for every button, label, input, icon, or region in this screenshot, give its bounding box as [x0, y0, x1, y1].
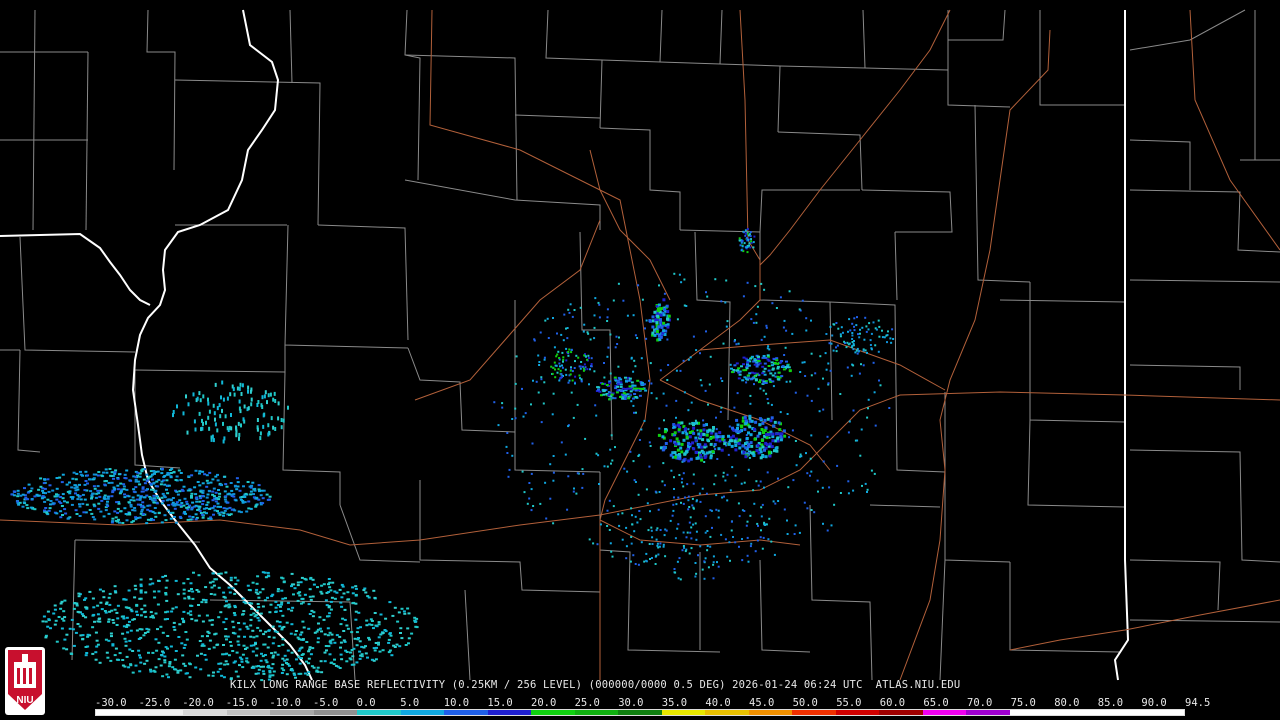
radar-map-view: KILX LONG RANGE BASE REFLECTIVITY (0.25K… — [0, 0, 1280, 720]
colorbar-label: 0.0 — [356, 697, 376, 709]
colorbar-swatch — [487, 710, 532, 715]
colorbar-swatch — [444, 710, 488, 715]
state-borders — [0, 9, 1130, 681]
colorbar-swatch — [1009, 710, 1054, 715]
colorbar-swatch — [966, 710, 1010, 715]
colorbar-label: -25.0 — [138, 697, 171, 709]
colorbar-swatch — [531, 710, 575, 715]
colorbar-swatch — [922, 710, 967, 715]
colorbar — [95, 709, 1185, 716]
colorbar-label: 75.0 — [1010, 697, 1036, 709]
colorbar-label: -10.0 — [269, 697, 301, 709]
radar-map — [0, 9, 1280, 682]
colorbar-label: 55.0 — [836, 697, 862, 709]
colorbar-label: 10.0 — [443, 697, 470, 709]
county-borders — [0, 9, 1280, 681]
colorbar-swatch — [400, 710, 445, 715]
colorbar-label: 70.0 — [967, 697, 993, 709]
colorbar-swatch — [139, 710, 184, 715]
product-title: KILX LONG RANGE BASE REFLECTIVITY (0.25K… — [230, 679, 961, 691]
highways — [0, 9, 1280, 681]
colorbar-swatch — [748, 710, 793, 715]
colorbar-label: -5.0 — [313, 697, 339, 709]
colorbar-label: 90.0 — [1141, 697, 1167, 709]
colorbar-swatch — [313, 710, 358, 715]
colorbar-swatch — [574, 710, 619, 715]
colorbar-label: 35.0 — [661, 697, 688, 709]
colorbar-label: -15.0 — [225, 697, 258, 709]
colorbar-label: 80.0 — [1054, 697, 1080, 709]
colorbar-label: 25.0 — [574, 697, 600, 709]
colorbar-swatch — [618, 710, 662, 715]
colorbar-label: -30.0 — [95, 697, 127, 709]
colorbar-swatch — [357, 710, 401, 715]
niu-logo-text: NIU — [16, 695, 33, 706]
colorbar-label: 30.0 — [618, 697, 644, 709]
colorbar-swatch — [705, 710, 749, 715]
colorbar-label: 5.0 — [400, 697, 420, 709]
colorbar-swatch — [183, 710, 227, 715]
colorbar-label: 45.0 — [749, 697, 775, 709]
colorbar-swatch — [96, 710, 140, 715]
colorbar-swatch — [661, 710, 706, 715]
colorbar-swatch — [835, 710, 880, 715]
colorbar-label: 50.0 — [792, 697, 818, 709]
colorbar-label: -20.0 — [182, 697, 214, 709]
colorbar-swatch — [1140, 710, 1184, 715]
colorbar-swatch — [879, 710, 923, 715]
colorbar-label: 85.0 — [1097, 697, 1124, 709]
colorbar-swatch — [226, 710, 271, 715]
colorbar-labels: -30.0 -25.0 -20.0 -15.0 -10.0 -5.0 0.0 5.0 10.0 1… — [95, 697, 1210, 709]
colorbar-swatch — [270, 710, 314, 715]
colorbar-label: 40.0 — [705, 697, 731, 709]
colorbar-label: 15.0 — [487, 697, 513, 709]
colorbar-swatch — [792, 710, 836, 715]
colorbar-label: 94.5 — [1185, 697, 1211, 709]
colorbar-label: 65.0 — [923, 697, 949, 709]
niu-logo: NIU — [5, 647, 45, 715]
colorbar-swatch — [1053, 710, 1097, 715]
colorbar-label: 20.0 — [531, 697, 557, 709]
colorbar-label: 60.0 — [879, 697, 906, 709]
colorbar-swatch — [1096, 710, 1141, 715]
